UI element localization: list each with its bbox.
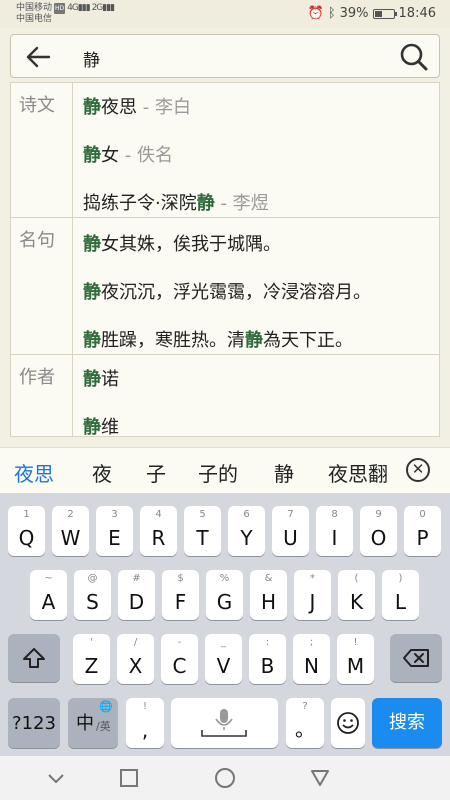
key-e[interactable]: 3E — [96, 506, 133, 556]
system-nav-bar — [0, 756, 450, 800]
candidate-item[interactable]: 静 — [274, 458, 294, 487]
poem-item[interactable]: 静夜思 - 李白 — [83, 93, 439, 119]
emoji-icon — [337, 712, 359, 734]
close-candidates-icon[interactable]: ✕ — [406, 458, 430, 482]
search-submit-key[interactable]: 搜索 — [372, 698, 442, 748]
carrier-1: 中国移动 — [16, 3, 53, 13]
ime-candidate-bar: 夜思 夜 子 子的 静 夜思翻 ✕ — [0, 447, 450, 493]
key-m[interactable]: ! M — [337, 634, 374, 684]
globe-icon: 🌐 — [99, 700, 113, 713]
clock: 18:46 — [398, 6, 436, 21]
candidate-item[interactable]: 子 — [146, 458, 166, 487]
hd-badge: HD — [54, 3, 66, 14]
key-x[interactable]: / X — [117, 634, 154, 684]
authors-section: 作者 静诺 静维 — [11, 355, 439, 436]
backspace-key[interactable] — [390, 634, 442, 682]
carrier-2: 中国电信 — [16, 14, 53, 24]
key-q[interactable]: 1Q — [8, 506, 45, 556]
key-w[interactable]: 2W — [52, 506, 89, 556]
shift-icon — [23, 648, 45, 668]
signal-icon: 4G▮▮▮ 2G▮▮▮ — [67, 3, 115, 13]
battery-icon — [372, 8, 397, 19]
quote-item[interactable]: 静胜躁，寒胜热。清静為天下正。 — [83, 326, 439, 352]
candidate-item[interactable]: 夜思 — [14, 458, 54, 487]
key-c[interactable]: -C — [161, 634, 198, 684]
quote-item[interactable]: 静夜沉沉，浮光霭霭，冷浸溶溶月。 — [83, 278, 439, 304]
status-right: ⏰ ᛒ 39% 18:46 — [308, 6, 436, 21]
key-i[interactable]: 8I — [316, 506, 353, 556]
quotes-section: 名句 静女其姝，俟我于城隅。 静夜沉沉，浮光霭霭，冷浸溶溶月。 静胜躁，寒胜热。… — [11, 218, 439, 355]
author-item[interactable]: 静诺 — [83, 365, 439, 391]
mic-icon — [201, 709, 247, 737]
key-k[interactable]: (K — [338, 570, 375, 620]
candidate-item[interactable]: 夜 — [92, 458, 112, 487]
section-label-quotes: 名句 — [11, 218, 73, 354]
alarm-icon: ⏰ — [307, 6, 324, 21]
key-y[interactable]: 6Y — [228, 506, 265, 556]
key-a[interactable]: ~ A — [30, 570, 67, 620]
key-d[interactable]: # D — [118, 570, 155, 620]
numbers-key[interactable]: ?123 — [8, 698, 60, 748]
key-b[interactable]: :B — [249, 634, 286, 684]
quote-item[interactable]: 静女其姝，俟我于城隅。 — [83, 230, 439, 256]
carrier-info: 中国移动 HD 4G▮▮▮ 2G▮▮▮ 中国电信 — [16, 3, 115, 25]
soft-keyboard: 1Q2W3E4R5T6Y7U8I9O0P ~ A @ S # D $ F% G & H * J(K) L … — [0, 493, 450, 756]
back-nav-icon[interactable] — [309, 768, 331, 788]
candidate-item[interactable]: 子的 — [198, 458, 238, 487]
key-p[interactable]: 0P — [404, 506, 441, 556]
key-o[interactable]: 9O — [360, 506, 397, 556]
status-bar: 中国移动 HD 4G▮▮▮ 2G▮▮▮ 中国电信 ⏰ ᛒ 39% 18:46 — [0, 0, 450, 28]
poem-item[interactable]: 捣练子令·深院静 - 李煜 — [83, 189, 439, 215]
key-f[interactable]: $ F — [162, 570, 199, 620]
shift-key[interactable] — [8, 634, 60, 682]
author-item[interactable]: 静维 — [83, 413, 439, 436]
space-key[interactable] — [171, 698, 278, 748]
language-switch-key[interactable]: 🌐 中 /英 — [68, 698, 118, 748]
key-t[interactable]: 5T — [184, 506, 221, 556]
key-n[interactable]: ; N — [293, 634, 330, 684]
period-key[interactable]: ? 。 — [286, 698, 324, 748]
battery-percent: 39% — [339, 6, 369, 21]
candidate-item[interactable]: 夜思翻 — [328, 458, 390, 487]
poem-item[interactable]: 静女 - 佚名 — [83, 141, 439, 167]
section-label-poems: 诗文 — [11, 83, 73, 217]
key-s[interactable]: @ S — [74, 570, 111, 620]
key-g[interactable]: % G — [206, 570, 243, 620]
search-icon[interactable] — [399, 42, 429, 72]
key-v[interactable]: _ V — [205, 634, 242, 684]
key-j[interactable]: * J — [294, 570, 331, 620]
home-icon[interactable] — [214, 767, 236, 789]
battery-fill — [374, 10, 382, 17]
key-z[interactable]: ' Z — [73, 634, 110, 684]
comma-key[interactable]: ! , — [126, 698, 164, 748]
emoji-key[interactable] — [331, 698, 365, 748]
bluetooth-icon: ᛒ — [327, 6, 336, 21]
section-label-authors: 作者 — [11, 355, 73, 436]
poems-section: 诗文 静夜思 - 李白 静女 - 佚名 捣练子令·深院静 - 李煜 — [11, 83, 439, 218]
key-r[interactable]: 4R — [140, 506, 177, 556]
search-results: 诗文 静夜思 - 李白 静女 - 佚名 捣练子令·深院静 - 李煜 名句 静女其… — [10, 82, 440, 437]
back-arrow-icon[interactable] — [25, 45, 51, 69]
backspace-icon — [403, 649, 429, 667]
key-u[interactable]: 7U — [272, 506, 309, 556]
recents-icon[interactable] — [119, 768, 139, 788]
search-input[interactable]: 静 — [83, 46, 100, 71]
hide-keyboard-icon[interactable] — [46, 771, 66, 785]
search-bar: 静 — [10, 34, 440, 78]
key-h[interactable]: & H — [250, 570, 287, 620]
key-l[interactable]: ) L — [382, 570, 419, 620]
